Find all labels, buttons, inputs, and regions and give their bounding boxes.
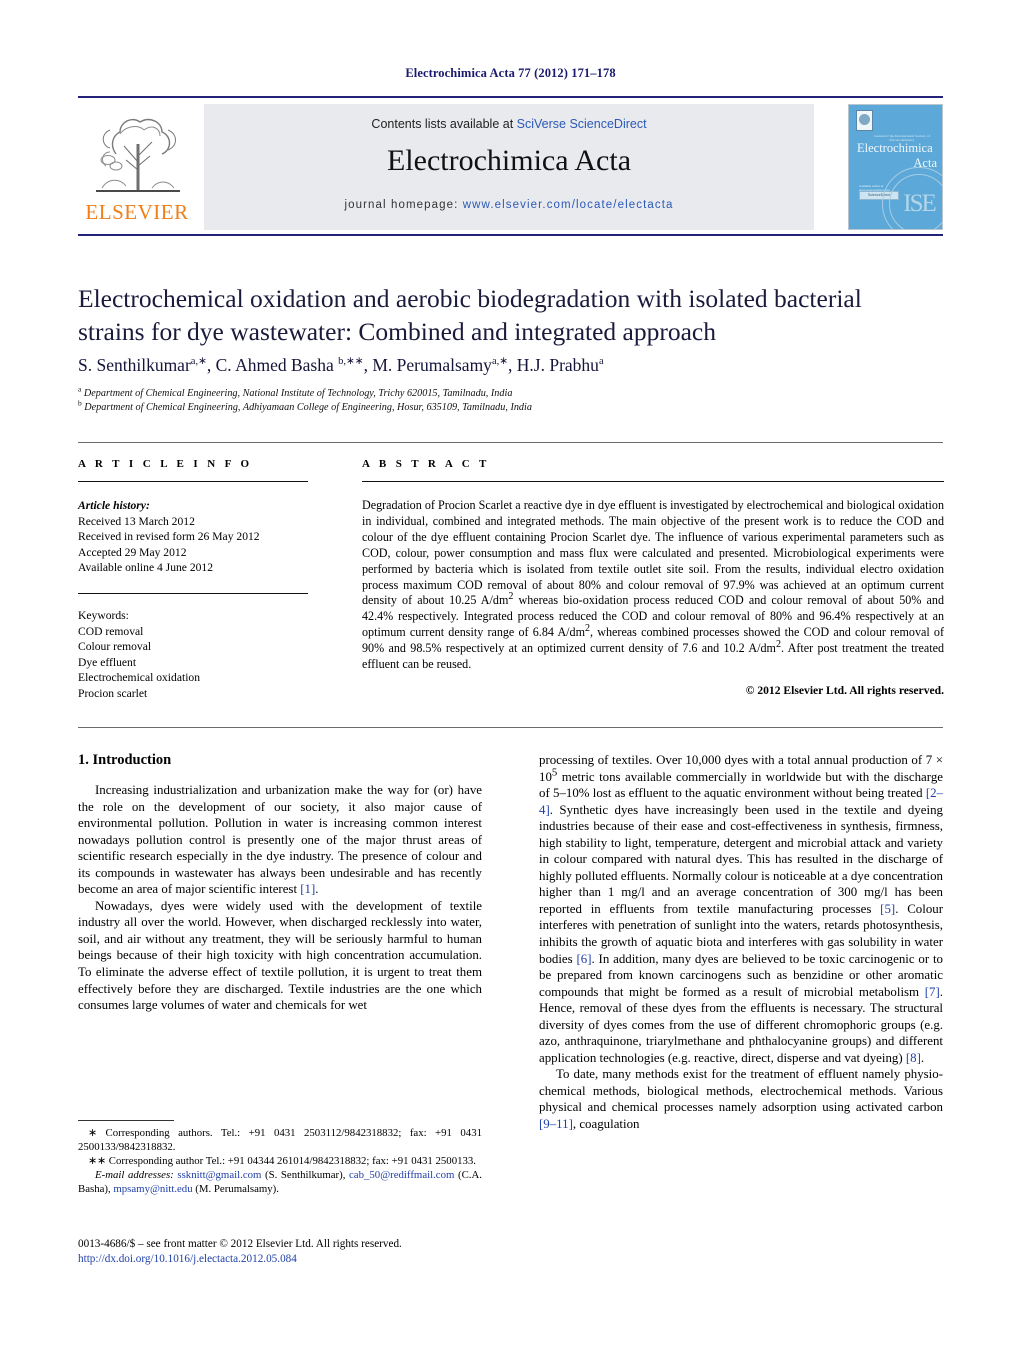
keywords-rule: [78, 592, 308, 594]
article-title: Electrochemical oxidation and aerobic bi…: [78, 284, 862, 346]
history-item-accepted: Accepted 29 May 2012: [78, 545, 187, 559]
affiliation-a: a Department of Chemical Engineering, Na…: [78, 384, 513, 399]
abstract-bottom-rule: [78, 727, 943, 728]
history-item-online: Available online 4 June 2012: [78, 561, 214, 575]
cover-journal-title: Electrochimica Acta: [857, 141, 941, 171]
ise-seal-label: ISE: [903, 190, 937, 217]
article-info-heading: A R T I C L E I N F O: [78, 458, 253, 470]
corresponding-author-note-2: ∗∗ Corresponding author Tel.: +91 04344 …: [88, 1155, 476, 1168]
running-head: Electrochimica Acta 77 (2012) 171–178: [405, 66, 616, 80]
history-item-received: Received 13 March 2012: [78, 514, 195, 528]
journal-homepage-line: journal homepage: www.elsevier.com/locat…: [204, 199, 814, 211]
sciencedirect-link[interactable]: SciVerse ScienceDirect: [517, 117, 647, 131]
author-list: S. Senthilkumara,∗, C. Ahmed Basha b,∗∗,…: [78, 355, 604, 375]
affiliations: a Department of Chemical Engineering, Na…: [78, 384, 928, 415]
paragraph: processing of textiles. Over 10,000 dyes…: [539, 753, 943, 1065]
affiliation-b: b Department of Chemical Engineering, Ad…: [78, 398, 532, 413]
abstract-block: A B S T R A C T Degradation of Procion S…: [362, 458, 944, 697]
paragraph: Nowadays, dyes were widely used with the…: [78, 898, 482, 1013]
imprint-block: 0013-4686/$ – see front matter © 2012 El…: [78, 1237, 538, 1267]
abstract-rule: [362, 481, 944, 482]
footnote-rule: [78, 1120, 174, 1121]
article-info-block: A R T I C L E I N F O Article history: R…: [78, 458, 308, 702]
abstract-text: Degradation of Procion Scarlet a reactiv…: [362, 498, 944, 672]
section-heading-introduction: 1. Introduction: [78, 752, 172, 768]
paper-page: Electrochimica Acta 77 (2012) 171–178 EL…: [0, 0, 1021, 1351]
masthead-bottom-rule: [78, 234, 943, 236]
issn-front-matter: 0013-4686/$ – see front matter © 2012 El…: [78, 1238, 402, 1250]
info-section-top-rule: [78, 442, 943, 443]
article-history-label: Article history:: [78, 499, 150, 512]
body-column-left: Increasing industrialization and urbaniz…: [78, 782, 482, 1014]
corresponding-author-note-1: ∗ Corresponding authors. Tel.: +91 0431 …: [78, 1127, 482, 1154]
contents-prefix: Contents lists available at: [371, 117, 517, 131]
email-addresses-note: E-mail addresses: ssknitt@gmail.com (S. …: [78, 1168, 482, 1196]
elsevier-tree-icon: [96, 118, 180, 192]
abstract-heading: A B S T R A C T: [362, 458, 490, 470]
ise-seal-icon: ISE: [882, 167, 942, 229]
doi-link[interactable]: http://dx.doi.org/10.1016/j.electacta.20…: [78, 1252, 538, 1267]
masthead-top-rule: [78, 96, 943, 98]
article-info-rule: [78, 481, 308, 482]
cover-elsevier-icon: [856, 110, 873, 131]
paragraph: Increasing industrialization and urbaniz…: [78, 783, 482, 897]
email-label: E-mail addresses:: [95, 1169, 174, 1182]
keyword-item: Colour removal: [78, 640, 152, 654]
contents-available-line: Contents lists available at SciVerse Sci…: [204, 117, 814, 131]
masthead-center-panel: Contents lists available at SciVerse Sci…: [204, 104, 814, 230]
keywords-label: Keywords:: [78, 608, 129, 622]
affiliation-a-text: Department of Chemical Engineering, Nati…: [83, 388, 513, 399]
footnote-block: ∗ Corresponding authors. Tel.: +91 0431 …: [78, 1126, 482, 1196]
history-item-revised: Received in revised form 26 May 2012: [78, 530, 260, 544]
keyword-item: Electrochemical oxidation: [78, 671, 201, 685]
keyword-item: Dye effluent: [78, 655, 137, 669]
abstract-copyright: © 2012 Elsevier Ltd. All rights reserved…: [745, 683, 944, 697]
paragraph: To date, many methods exist for the trea…: [539, 1067, 943, 1132]
elsevier-wordmark: ELSEVIER: [85, 200, 189, 224]
journal-title: Electrochimica Acta: [386, 144, 632, 177]
homepage-prefix: journal homepage:: [344, 199, 463, 211]
keyword-item: COD removal: [78, 624, 144, 638]
body-column-right: processing of textiles. Over 10,000 dyes…: [539, 752, 943, 1133]
journal-masthead: ELSEVIER Contents lists available at Sci…: [78, 96, 943, 236]
homepage-url-link[interactable]: www.elsevier.com/locate/electacta: [463, 199, 674, 211]
article-history: Article history: Received 13 March 2012 …: [78, 498, 308, 576]
journal-cover-thumbnail: Journal of the International Society of …: [848, 104, 943, 230]
cover-title-line1: Electrochimica: [857, 141, 933, 155]
affiliation-b-text: Department of Chemical Engineering, Adhi…: [84, 402, 532, 413]
keywords-block: Keywords: COD removal Colour removal Dye…: [78, 608, 308, 702]
keyword-item: Procion scarlet: [78, 686, 148, 700]
elsevier-logo: ELSEVIER: [78, 104, 196, 232]
